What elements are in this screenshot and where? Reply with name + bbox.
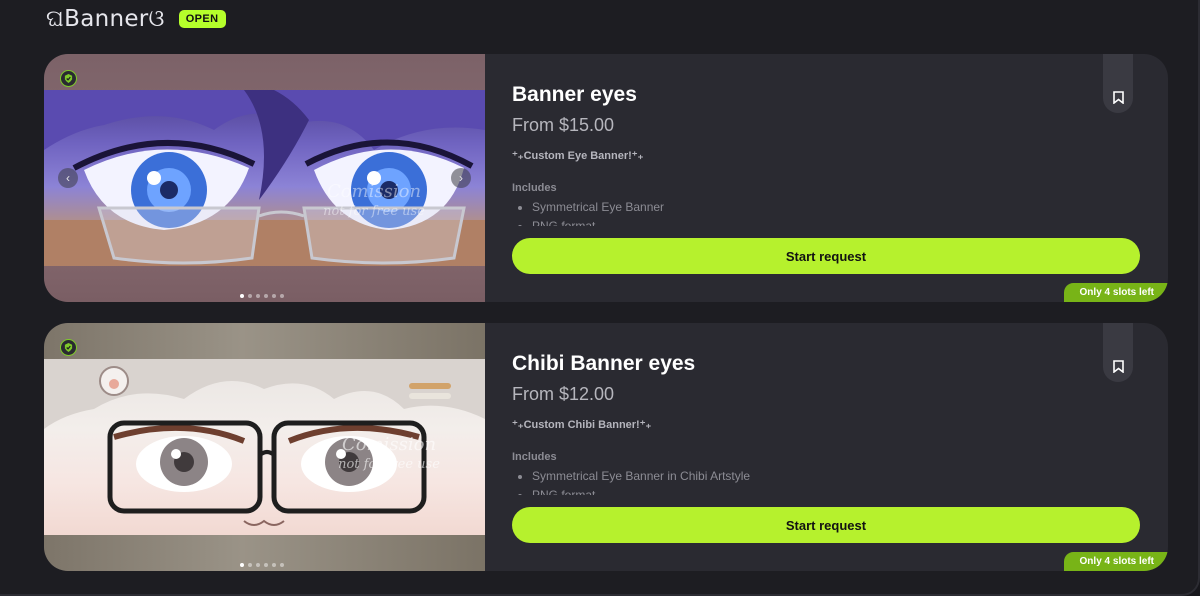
watermark: Comission not for free use <box>323 181 425 220</box>
carousel-dot[interactable] <box>272 563 276 567</box>
carousel-dot[interactable] <box>280 563 284 567</box>
bookmark-button[interactable] <box>1103 323 1133 382</box>
section-header: ଘBannerଓ OPEN <box>46 6 226 32</box>
card-details: Chibi Banner eyes From $12.00 ⁺₊Custom C… <box>512 323 1168 571</box>
card-tagline: ⁺₊Custom Chibi Banner!⁺₊ <box>512 419 652 431</box>
card-image-carousel[interactable]: Comission not for free use ‹ › <box>44 54 485 302</box>
commission-card-banner-eyes[interactable]: Comission not for free use ‹ › Banner ey… <box>44 54 1168 302</box>
start-request-button[interactable]: Start request <box>512 238 1140 274</box>
carousel-dots <box>240 563 284 567</box>
bookmark-icon <box>1112 91 1124 104</box>
carousel-dot[interactable] <box>248 563 252 567</box>
chevron-left-icon: ‹ <box>66 171 70 185</box>
card-title: Banner eyes <box>512 83 637 106</box>
carousel-next-button[interactable]: › <box>451 168 471 188</box>
list-item: PNG format <box>532 486 750 495</box>
carousel-prev-button[interactable]: ‹ <box>58 168 78 188</box>
status-badge: OPEN <box>178 10 226 28</box>
carousel-dot[interactable] <box>264 294 268 298</box>
verified-check-icon <box>60 339 77 356</box>
card-price: From $12.00 <box>512 384 615 404</box>
verified-check-icon <box>60 70 77 87</box>
carousel-dot[interactable] <box>248 294 252 298</box>
card-image: Comission not for free use <box>44 359 485 535</box>
carousel-dot[interactable] <box>240 563 244 567</box>
card-image: Comission not for free use <box>44 90 485 266</box>
list-item: Symmetrical Eye Banner in Chibi Artstyle <box>532 467 750 486</box>
chevron-right-icon: › <box>459 171 463 185</box>
card-title: Chibi Banner eyes <box>512 352 696 375</box>
bookmark-icon <box>1112 360 1124 373</box>
includes-list: Symmetrical Eye Banner PNG format <box>512 198 664 226</box>
start-request-button[interactable]: Start request <box>512 507 1140 543</box>
bookmark-button[interactable] <box>1103 54 1133 113</box>
carousel-dot[interactable] <box>272 294 276 298</box>
list-item: Symmetrical Eye Banner <box>532 198 664 217</box>
eye-banner-artwork <box>44 90 485 266</box>
slots-left-badge: Only 4 slots left <box>1063 283 1168 302</box>
commission-panel: ଘBannerଓ OPEN Comission not for free use… <box>0 0 1200 596</box>
card-details: Banner eyes From $15.00 ⁺₊Custom Eye Ban… <box>512 54 1168 302</box>
carousel-dot[interactable] <box>264 563 268 567</box>
slots-left-badge: Only 4 slots left <box>1063 552 1168 571</box>
carousel-dot[interactable] <box>256 563 260 567</box>
commission-card-chibi-banner-eyes[interactable]: Comission not for free use Chibi Banner … <box>44 323 1168 571</box>
carousel-dot[interactable] <box>280 294 284 298</box>
card-price: From $15.00 <box>512 115 615 135</box>
includes-label: Includes <box>512 182 557 194</box>
card-tagline: ⁺₊Custom Eye Banner!⁺₊ <box>512 150 644 162</box>
watermark: Comission not for free use <box>338 434 440 473</box>
card-image-carousel[interactable]: Comission not for free use <box>44 323 485 571</box>
carousel-dot[interactable] <box>256 294 260 298</box>
includes-list: Symmetrical Eye Banner in Chibi Artstyle… <box>512 467 750 495</box>
section-title: ଘBannerଓ <box>46 6 165 32</box>
carousel-dot[interactable] <box>240 294 244 298</box>
includes-label: Includes <box>512 451 557 463</box>
carousel-dots <box>240 294 284 298</box>
list-item: PNG format <box>532 217 664 226</box>
